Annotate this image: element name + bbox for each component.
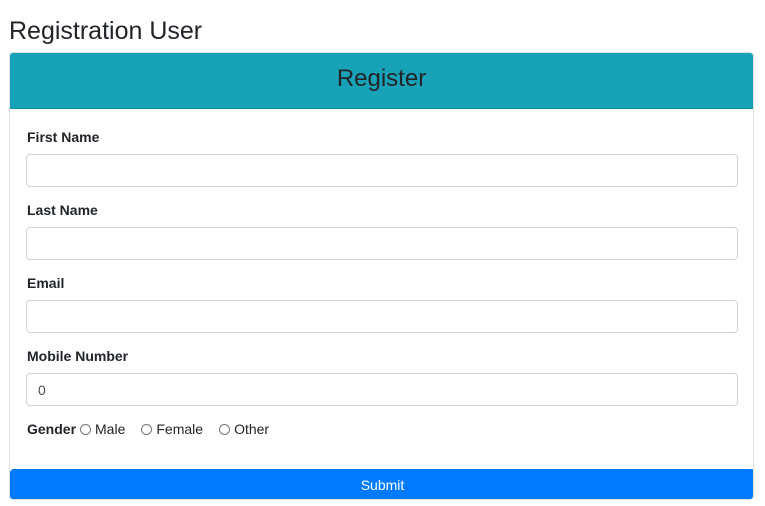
- gender-other-radio[interactable]: [219, 423, 231, 435]
- submit-button[interactable]: Submit: [10, 469, 753, 499]
- page-title: Registration User: [9, 17, 203, 45]
- email-input[interactable]: [26, 300, 738, 333]
- gender-female-label: Female: [156, 421, 204, 437]
- gender-female-radio[interactable]: [141, 423, 153, 435]
- last-name-input[interactable]: [26, 227, 738, 260]
- gender-option-female[interactable]: Female: [139, 421, 203, 437]
- gender-option-male[interactable]: Male: [78, 421, 125, 437]
- last-name-label: Last Name: [27, 202, 98, 218]
- first-name-input[interactable]: [26, 154, 738, 187]
- registration-page: Registration User Register First Name La…: [0, 0, 765, 506]
- gender-option-other[interactable]: Other: [217, 421, 269, 437]
- mobile-number-label: Mobile Number: [27, 348, 129, 364]
- register-card: Register First Name Last Name Email Mobi…: [9, 52, 754, 500]
- email-label: Email: [27, 275, 65, 291]
- gender-group: Gender Male Female Other: [27, 419, 283, 439]
- gender-male-label: Male: [95, 421, 126, 437]
- first-name-label: First Name: [27, 129, 100, 145]
- gender-male-radio[interactable]: [80, 423, 92, 435]
- gender-label: Gender: [27, 421, 77, 437]
- card-header: Register: [10, 53, 753, 109]
- gender-other-label: Other: [234, 421, 270, 437]
- mobile-number-input[interactable]: [26, 373, 738, 406]
